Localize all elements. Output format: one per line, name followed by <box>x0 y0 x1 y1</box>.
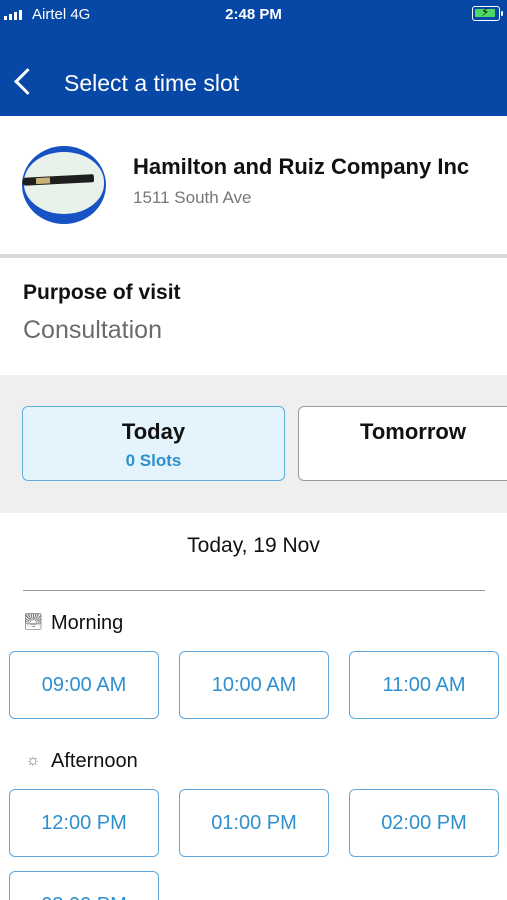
back-chevron-icon[interactable] <box>12 66 32 98</box>
purpose-label: Purpose of visit <box>23 281 181 304</box>
app-header: Airtel 4G 2:48 PM ⚡ Select a time slot <box>0 0 507 116</box>
business-name: Hamilton and Ruiz Company Inc <box>133 154 470 179</box>
section-label: Morning <box>51 611 124 634</box>
date-heading: Today, 19 Nov <box>187 534 320 557</box>
section-label: Afternoon <box>51 749 138 772</box>
sunrise-icon: 🌅︎ <box>23 614 44 631</box>
section-divider <box>0 254 507 258</box>
status-time: 2:48 PM <box>225 6 282 23</box>
business-card: Hamilton and Ruiz Company Inc 1511 South… <box>0 116 507 254</box>
time-slot-button[interactable]: 01:00 PM <box>179 789 329 857</box>
time-slot-button[interactable]: 09:00 AM <box>9 651 159 719</box>
sun-icon: ☼ <box>25 752 41 769</box>
page-title: Select a time slot <box>64 70 240 96</box>
purpose-value: Consultation <box>23 316 162 344</box>
time-slot-button[interactable]: 02:00 PM <box>349 789 499 857</box>
day-selector: Today 0 Slots Tomorrow <box>0 375 507 513</box>
time-slot-button[interactable]: 12:00 PM <box>9 789 159 857</box>
business-address: 1511 South Ave <box>133 188 252 207</box>
time-slot-button[interactable]: 03:00 PM <box>9 871 159 900</box>
business-avatar <box>22 146 106 224</box>
day-tab-label: Tomorrow <box>360 419 466 444</box>
afternoon-section-header: ☼ Afternoon <box>23 748 138 774</box>
time-slot-button[interactable]: 10:00 AM <box>179 651 329 719</box>
time-slot-button[interactable]: 11:00 AM <box>349 651 499 719</box>
morning-section-header: 🌅︎ Morning <box>23 610 123 636</box>
day-tab-slot-count: 0 Slots <box>125 451 182 470</box>
divider <box>23 590 485 591</box>
day-tab-label: Today <box>121 419 186 444</box>
day-tab-tomorrow[interactable]: Tomorrow <box>298 406 507 481</box>
battery-icon: ⚡ <box>472 5 503 21</box>
day-tab-today[interactable]: Today 0 Slots <box>22 406 285 481</box>
status-bar: Airtel 4G 2:48 PM ⚡ <box>0 0 507 30</box>
